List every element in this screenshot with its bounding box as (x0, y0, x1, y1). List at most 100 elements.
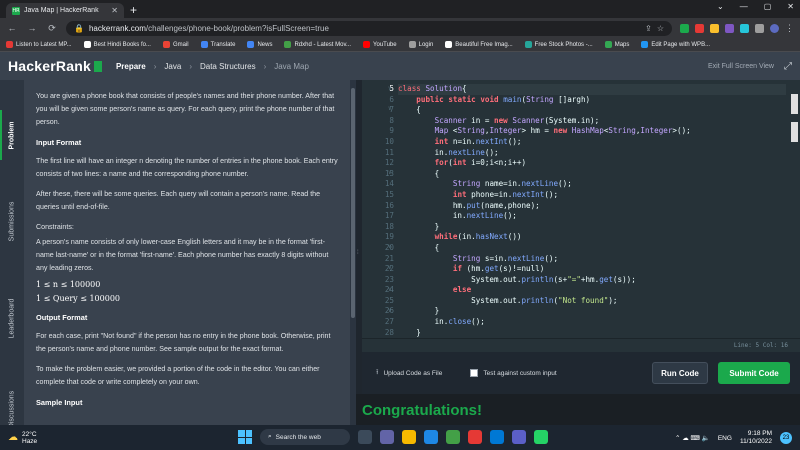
expand-icon[interactable]: ⤢ (784, 61, 792, 72)
code-line: public static void main(String []argh) (416, 94, 591, 104)
clock[interactable]: 9:18 PM 11/10/2022 (740, 430, 772, 446)
bookmark-item[interactable]: Edit Page with WPB... (641, 41, 710, 48)
fold-icon[interactable]: ∨ (388, 84, 396, 95)
weather-temp: 22°C (22, 430, 37, 438)
fold-icon[interactable]: ∨ (388, 168, 396, 179)
upload-code-button[interactable]: ⭱ Upload Code as File (376, 368, 442, 379)
share-icon[interactable]: ⇪ (645, 24, 652, 33)
extension-icon[interactable] (710, 23, 719, 33)
upload-icon: ⭱ (376, 368, 379, 376)
file-explorer-icon[interactable] (402, 430, 416, 444)
tab-problem-label: Problem (8, 121, 16, 150)
bookmark-favicon-icon (445, 41, 453, 48)
cursor-position: Line: 5 Col: 16 (362, 338, 800, 352)
line-number: 14 (384, 179, 394, 189)
vscode-icon[interactable] (490, 430, 504, 444)
tray-icons[interactable]: ⌃ ☁ ⌨ 🔈 (675, 434, 710, 442)
line-number: 15 (384, 189, 394, 199)
code-line: System.out.println("Not found"); (398, 295, 618, 305)
bookmark-label: Maps (614, 41, 630, 48)
extensions-row: ⋮ (680, 23, 794, 34)
breadcrumb-java[interactable]: Java (164, 62, 181, 71)
bookmark-item[interactable]: YouTube (363, 41, 397, 48)
forward-icon[interactable]: → (26, 23, 38, 33)
bookmark-favicon-icon (408, 41, 416, 48)
teams-chat-icon[interactable] (512, 430, 526, 444)
bookmark-favicon-icon (6, 41, 13, 48)
chrome-icon[interactable] (446, 430, 460, 444)
bookmark-item[interactable]: Maps (604, 41, 630, 48)
run-code-button[interactable]: Run Code (652, 362, 708, 384)
teams-icon[interactable] (380, 430, 394, 444)
bookmark-star-icon[interactable]: ☆ (657, 24, 664, 33)
back-icon[interactable]: ← (6, 23, 18, 33)
code-line: hm.put(name,phone); (398, 200, 540, 210)
tab-close-icon[interactable]: ✕ (111, 6, 118, 15)
extension-icon[interactable] (740, 23, 749, 33)
taskbar-search[interactable]: ⌕ Search the web (260, 429, 350, 445)
edge-icon[interactable] (424, 430, 438, 444)
bookmark-item[interactable]: Listen to Latest MP... (6, 41, 72, 48)
breadcrumb-data-structures[interactable]: Data Structures (200, 62, 256, 71)
bookmark-favicon-icon (524, 41, 532, 48)
chrome-profile-icon[interactable] (468, 430, 482, 444)
fold-icon[interactable]: ∨ (388, 285, 396, 296)
language-indicator[interactable]: ENG (718, 435, 732, 442)
splitter-grip-icon: ⁞ (357, 250, 359, 256)
hackerrank-favicon-icon: HR (12, 6, 20, 15)
extension-icon[interactable] (680, 23, 689, 33)
extension-icon[interactable] (695, 23, 704, 33)
whatsapp-icon[interactable] (534, 430, 548, 444)
reload-icon[interactable]: ⟳ (46, 23, 58, 34)
custom-input-checkbox[interactable] (470, 369, 479, 377)
line-number: 23 (384, 274, 394, 284)
start-button[interactable] (238, 430, 252, 444)
url-input[interactable]: 🔒 hackerrank.com/challenges/phone-book/p… (66, 20, 672, 36)
bookmark-item[interactable]: Login (408, 41, 433, 48)
tab-title: Java Map | HackerRank (24, 7, 99, 14)
submit-code-button[interactable]: Submit Code (718, 362, 790, 384)
line-number: 16 (384, 200, 394, 210)
maximize-icon[interactable]: ▢ (764, 2, 772, 11)
tab-search-icon[interactable]: ⌄ (717, 2, 724, 11)
editor-scrollbar[interactable] (791, 86, 798, 326)
bookmark-item[interactable]: News (247, 41, 272, 48)
scrollbar-thumb[interactable] (791, 94, 798, 114)
fold-icon[interactable]: ∨ (388, 104, 396, 115)
profile-avatar[interactable] (770, 23, 779, 33)
line-number: 8 (389, 115, 394, 125)
code-line: int n=in.nextInt(); (434, 136, 522, 146)
code-editor[interactable]: 5 6 7 8 9 10 11 12 13 14 15 16 17 18 19 20 21 22 23 24 25 26 2… (362, 80, 800, 338)
constraints-text: A person's name consists of only lower-c… (36, 238, 329, 272)
bookmark-item[interactable]: Rdxhd - Latest Mov... (284, 41, 351, 48)
task-view-icon[interactable] (358, 430, 372, 444)
scrollbar-thumb[interactable] (351, 88, 355, 318)
custom-input-toggle[interactable]: Test against custom input (470, 369, 557, 377)
menu-kebab-icon[interactable]: ⋮ (785, 23, 794, 34)
bookmark-item[interactable]: Best Hindi Books fo... (83, 41, 151, 48)
exit-fullscreen-link[interactable]: Exit Full Screen View (708, 63, 774, 70)
bookmark-item[interactable]: Translate (200, 41, 235, 48)
extension-icon[interactable] (725, 23, 734, 33)
fold-icon[interactable]: ∨ (388, 306, 396, 317)
fold-icon[interactable]: ∨ (388, 242, 396, 253)
close-window-icon[interactable]: ✕ (787, 2, 794, 11)
puzzle-icon[interactable] (755, 23, 764, 33)
new-tab-button[interactable]: + (130, 3, 137, 18)
window-controls: ⌄ — ▢ ✕ (717, 2, 794, 11)
bookmark-item[interactable]: Gmail (162, 41, 189, 48)
editor-actions: ⭱ Upload Code as File Test against custo… (362, 352, 800, 394)
bookmark-item[interactable]: Free Stock Photos -... (524, 41, 593, 48)
fold-icon[interactable]: ∨ (388, 263, 396, 274)
breadcrumb-prepare[interactable]: Prepare (116, 62, 146, 71)
bookmark-favicon-icon (200, 41, 208, 48)
weather-widget[interactable]: ☁ 22°C Haze (8, 431, 37, 445)
code-line: } (398, 306, 440, 316)
hackerrank-logo[interactable]: HackerRank (8, 58, 102, 74)
scrollbar-thumb[interactable] (791, 122, 798, 142)
problem-statement: You are given a phone book that consists… (24, 80, 350, 425)
notification-badge[interactable]: 23 (780, 432, 792, 444)
minimize-icon[interactable]: — (740, 2, 748, 11)
bookmark-item[interactable]: Beautiful Free Imag... (445, 41, 513, 48)
browser-tab[interactable]: HR Java Map | HackerRank ✕ (6, 3, 124, 18)
